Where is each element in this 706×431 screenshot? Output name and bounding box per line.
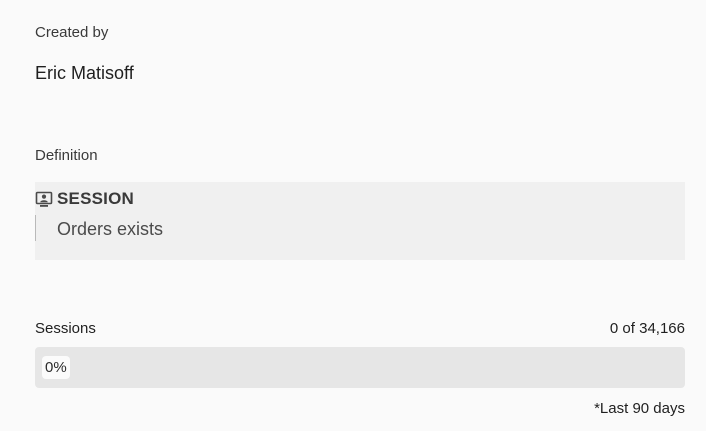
rule-indent-bar: [35, 215, 36, 241]
date-range-footnote: *Last 90 days: [594, 400, 685, 417]
sessions-label: Sessions: [35, 320, 96, 337]
creator-name: Eric Matisoff: [35, 63, 134, 83]
session-container-icon: [35, 191, 53, 207]
sessions-percent-badge: 0%: [42, 356, 70, 379]
created-by-label: Created by: [35, 24, 109, 41]
sessions-progress-bar: 0%: [35, 347, 685, 388]
segment-definition: SESSION Orders exists: [35, 182, 685, 260]
rule-text: Orders exists: [57, 219, 164, 239]
session-container-header: SESSION: [35, 188, 134, 210]
definition-label: Definition: [35, 147, 98, 164]
sessions-count: 0 of 34,166: [609, 320, 685, 337]
container-type-label: SESSION: [57, 189, 134, 208]
